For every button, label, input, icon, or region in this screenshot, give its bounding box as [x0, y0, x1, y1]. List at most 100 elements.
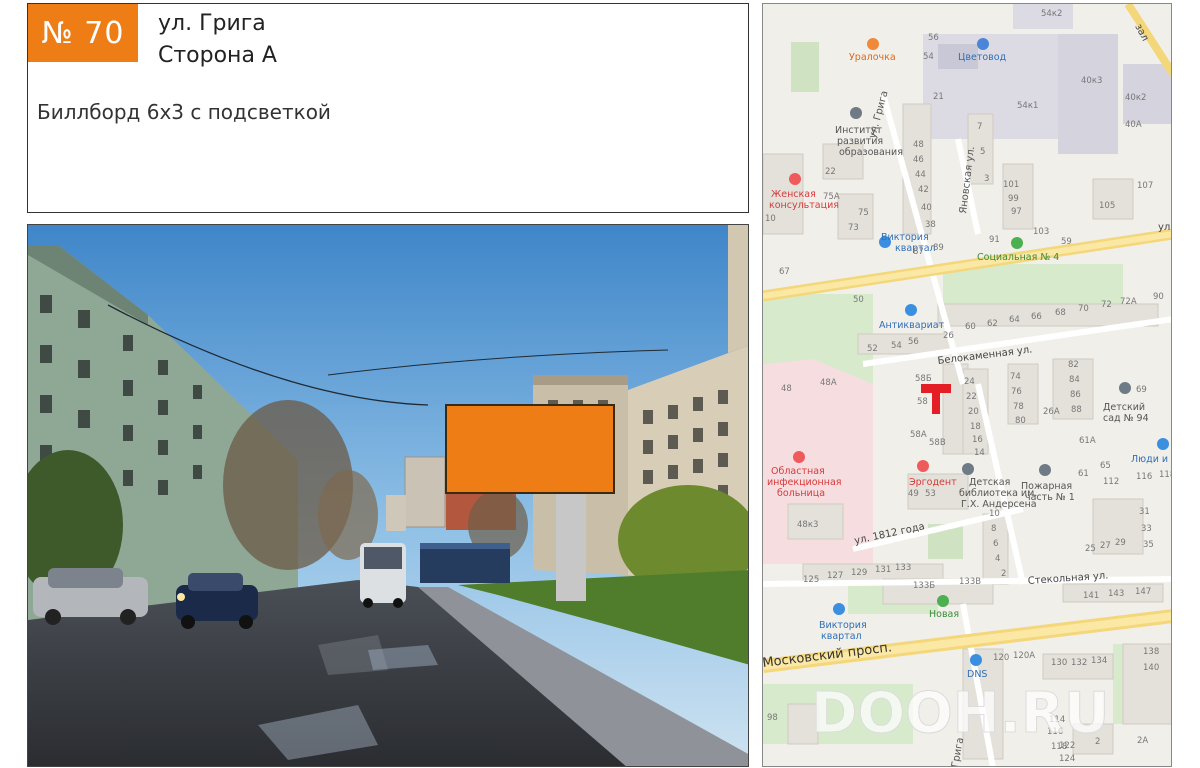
- house-number-h98: 98: [767, 713, 778, 723]
- house-number-h62: 62: [987, 319, 998, 329]
- poi-label-library_1: Детская: [969, 477, 1010, 488]
- poi-label-institute_2: развития: [837, 136, 883, 147]
- house-number-h22: 22: [825, 167, 836, 177]
- house-number-h133b: 133Б: [913, 581, 935, 591]
- distant-building: [386, 495, 406, 531]
- street-name: ул. Грига: [158, 11, 266, 36]
- billboard-description: Биллборд 6х3 с подсветкой: [37, 100, 331, 124]
- house-number-h56: 56: [928, 33, 939, 43]
- house-number-h8: 8: [991, 524, 996, 534]
- poi-label-antikvariat: Антиквариат: [879, 320, 945, 331]
- house-number-h67: 67: [779, 267, 790, 277]
- house-number-h33: 33: [1141, 524, 1152, 534]
- house-number-h75a: 75А: [823, 192, 840, 202]
- house-number-h40: 40: [921, 203, 932, 213]
- house-number-h27: 27: [1100, 541, 1111, 551]
- house-number-h18: 18: [970, 422, 981, 432]
- house-number-h66: 66: [1031, 312, 1042, 322]
- poi-label-novaya: Новая: [929, 609, 959, 620]
- poi-label-oblastnaya_1: Областная: [771, 466, 825, 477]
- house-number-h54b: 54: [891, 341, 902, 351]
- watermark: DOOH.RU: [811, 681, 1109, 746]
- poi-label-pozharnaya_1: Пожарная: [1021, 481, 1072, 492]
- house-number-h76: 76: [1011, 387, 1022, 397]
- house-number-h16: 16: [972, 435, 983, 445]
- house-number-h80: 80: [1015, 416, 1026, 426]
- house-number-h70: 70: [1078, 304, 1089, 314]
- location-number-badge: № 70: [28, 4, 138, 62]
- house-number-h35: 35: [1143, 540, 1154, 550]
- house-number-h20: 20: [968, 407, 979, 417]
- house-number-h58: 58: [917, 397, 928, 407]
- house-number-h97: 97: [1011, 207, 1022, 217]
- distant-building: [405, 457, 445, 527]
- house-number-h49: 49: [908, 489, 919, 499]
- house-number-h138: 138: [1143, 647, 1159, 657]
- house-number-h58v: 58В: [929, 438, 946, 448]
- house-number-h99: 99: [1008, 194, 1019, 204]
- house-number-h60: 60: [965, 322, 976, 332]
- house-number-h50: 50: [853, 295, 864, 305]
- house-number-h48k3: 48к3: [797, 520, 818, 530]
- poi-label-ergodent: Эргодент: [909, 477, 957, 488]
- house-number-h61a: 61А: [1079, 436, 1096, 446]
- house-number-h89: 89: [933, 243, 944, 253]
- house-number-h84: 84: [1069, 375, 1080, 385]
- address-block: ул. Грига Сторона А: [158, 8, 277, 72]
- poi-label-tsvetovod: Цветовод: [958, 52, 1007, 63]
- house-number-h141: 141: [1083, 591, 1099, 601]
- house-number-h107: 107: [1137, 181, 1153, 191]
- house-number-h124: 124: [1059, 754, 1075, 764]
- house-number-h40a: 40А: [1125, 120, 1142, 130]
- house-number-h134: 134: [1091, 656, 1107, 666]
- house-number-h125: 125: [803, 575, 819, 585]
- poi-label-socialnaya: Социальная № 4: [977, 252, 1059, 263]
- house-number-h22b: 22: [966, 392, 977, 402]
- house-number-h46: 46: [913, 155, 924, 165]
- house-number-h116: 116: [1136, 472, 1152, 482]
- house-number-h59: 59: [1061, 237, 1072, 247]
- poi-label-dns: DNS: [967, 669, 987, 680]
- house-number-h6: 6: [993, 539, 998, 549]
- house-number-h3: 3: [984, 174, 989, 184]
- house-number-h129: 129: [851, 568, 867, 578]
- van: [360, 543, 406, 608]
- house-number-h132: 132: [1071, 658, 1087, 668]
- house-number-h29: 29: [1115, 538, 1126, 548]
- poi-label-institute_1: Институт: [835, 125, 882, 136]
- house-number-h78: 78: [1013, 402, 1024, 412]
- house-number-h10b: 10: [989, 509, 1000, 519]
- house-number-h38: 38: [925, 220, 936, 230]
- house-number-h143: 143: [1108, 589, 1124, 599]
- street-label: ул: [1158, 222, 1170, 233]
- house-number-h127: 127: [827, 571, 843, 581]
- house-number-h58b: 58Б: [915, 374, 932, 384]
- house-number-h40k2: 40к2: [1125, 93, 1146, 103]
- billboard-face: [445, 404, 615, 494]
- poi-label-oblastnaya_3: больница: [777, 488, 825, 499]
- house-number-h25: 25: [1085, 544, 1096, 554]
- house-number-h2a: 2А: [1137, 736, 1148, 746]
- poi-label-pozharnaya_2: часть № 1: [1025, 492, 1075, 503]
- house-number-h44: 44: [915, 170, 926, 180]
- house-number-h26: 26: [943, 331, 954, 341]
- house-number-h90: 90: [1153, 292, 1164, 302]
- house-number-h54k2: 54к2: [1041, 9, 1062, 19]
- house-number-h53: 53: [925, 489, 936, 499]
- poi-label-uralochka: Уралочка: [849, 52, 896, 63]
- location-map[interactable]: ул. Грига Яновская ул. Белокаменная ул. …: [762, 3, 1172, 767]
- house-number-h72: 72: [1101, 300, 1112, 310]
- house-number-h74: 74: [1010, 372, 1021, 382]
- house-number-h112: 112: [1103, 477, 1119, 487]
- house-number-h87: 87: [913, 247, 924, 257]
- poi-label-zhenskaya_1: Женская: [771, 189, 816, 200]
- house-number-h68: 68: [1055, 308, 1066, 318]
- house-number-h21: 21: [933, 92, 944, 102]
- house-number-h147: 147: [1135, 587, 1151, 597]
- house-number-h69: 69: [1136, 385, 1147, 395]
- house-number-h101: 101: [1003, 180, 1019, 190]
- house-number-h54k1: 54к1: [1017, 101, 1038, 111]
- billboard-pole: [556, 493, 586, 601]
- poi-label-institute_3: образования: [839, 147, 903, 158]
- street-photo: [27, 224, 749, 767]
